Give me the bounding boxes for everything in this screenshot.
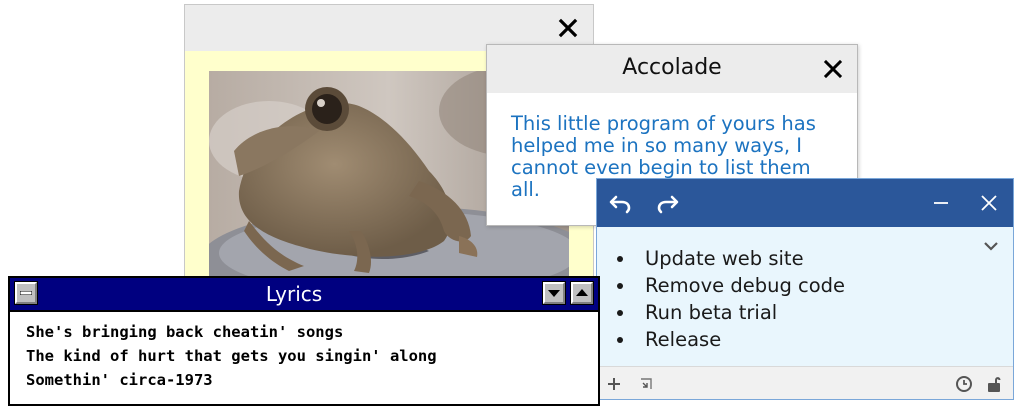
plus-icon[interactable] bbox=[605, 375, 623, 393]
maximize-icon bbox=[576, 289, 588, 296]
accolade-title: Accolade bbox=[622, 55, 722, 80]
minimize-button[interactable] bbox=[542, 281, 566, 305]
undo-icon[interactable] bbox=[607, 191, 635, 215]
todo-window: Update web site Remove debug code Run be… bbox=[596, 178, 1014, 400]
todo-footer bbox=[597, 366, 1013, 399]
accolade-titlebar[interactable]: Accolade bbox=[487, 45, 857, 93]
system-menu-button[interactable] bbox=[14, 281, 38, 305]
lyrics-title: Lyrics bbox=[265, 282, 323, 306]
maximize-button[interactable] bbox=[570, 281, 594, 305]
lyrics-titlebar[interactable]: Lyrics bbox=[10, 278, 598, 312]
lyrics-line: The kind of hurt that gets you singin' a… bbox=[26, 347, 437, 365]
unlock-icon[interactable] bbox=[985, 375, 1003, 393]
close-icon[interactable] bbox=[557, 17, 579, 39]
minimize-icon[interactable] bbox=[927, 191, 955, 215]
resize-icon[interactable] bbox=[637, 375, 655, 393]
system-menu-icon bbox=[20, 291, 32, 295]
close-icon[interactable] bbox=[823, 59, 843, 79]
list-item[interactable]: Release bbox=[617, 326, 845, 353]
list-item[interactable]: Update web site bbox=[617, 245, 845, 272]
redo-icon[interactable] bbox=[653, 191, 681, 215]
todo-list: Update web site Remove debug code Run be… bbox=[617, 245, 845, 353]
close-icon[interactable] bbox=[975, 191, 1003, 215]
list-item[interactable]: Remove debug code bbox=[617, 272, 845, 299]
lyrics-window: Lyrics She's bringing back cheatin' song… bbox=[8, 276, 600, 406]
chevron-down-icon[interactable] bbox=[983, 239, 999, 253]
lyrics-text: She's bringing back cheatin' songs The k… bbox=[26, 320, 437, 392]
lyrics-line: Somethin' circa-1973 bbox=[26, 371, 213, 389]
lyrics-line: She's bringing back cheatin' songs bbox=[26, 323, 344, 341]
list-item[interactable]: Run beta trial bbox=[617, 299, 845, 326]
clock-icon[interactable] bbox=[955, 375, 973, 393]
todo-titlebar[interactable] bbox=[597, 179, 1013, 227]
minimize-icon bbox=[548, 290, 560, 297]
